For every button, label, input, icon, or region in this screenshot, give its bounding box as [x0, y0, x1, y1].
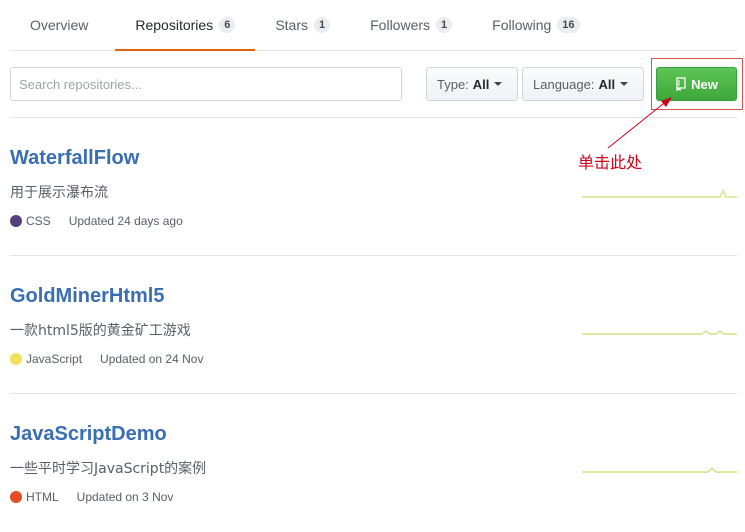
- repo-updated: Updated on 3 Nov: [76, 490, 174, 504]
- repo-item: WaterfallFlow 用于展示瀑布流 CSS Updated 24 day…: [10, 118, 737, 256]
- tab-followers[interactable]: Followers 1: [350, 0, 472, 50]
- language-color-dot: [10, 491, 22, 503]
- repositories-count: 6: [219, 17, 236, 33]
- language-color-dot: [10, 353, 22, 365]
- repo-name-link[interactable]: GoldMinerHtml5: [10, 285, 164, 308]
- tab-following[interactable]: Following 16: [472, 0, 599, 50]
- activity-sparkline: [582, 188, 737, 198]
- repo-description: 一些平时学习JavaScript的案例: [10, 461, 207, 477]
- repo-description: 一款html5版的黄金矿工游戏: [10, 323, 191, 339]
- repo-meta: HTML Updated on 3 Nov: [10, 490, 173, 504]
- tab-following-label: Following: [492, 17, 552, 33]
- repo-meta: JavaScript Updated on 24 Nov: [10, 352, 203, 366]
- language-filter-label: Language:: [533, 76, 595, 92]
- following-count: 16: [557, 17, 580, 33]
- repo-description: 用于展示瀑布流: [10, 185, 108, 201]
- profile-tabs: Overview Repositories 6 Stars 1 Follower…: [10, 0, 737, 51]
- repo-language: JavaScript: [26, 352, 83, 366]
- repo-language: CSS: [26, 214, 51, 228]
- type-filter-label: Type:: [437, 76, 469, 92]
- tab-stars-label: Stars: [275, 17, 308, 33]
- repo-updated: Updated 24 days ago: [68, 214, 183, 228]
- tab-followers-label: Followers: [370, 17, 431, 33]
- repo-language: HTML: [26, 490, 59, 504]
- type-filter-value: All: [472, 76, 490, 92]
- stars-count: 1: [314, 17, 331, 33]
- type-filter-button[interactable]: Type: All: [426, 67, 518, 101]
- language-filter-button[interactable]: Language: All: [522, 67, 644, 101]
- repo-name-link[interactable]: WaterfallFlow: [10, 147, 139, 170]
- repo-icon: [676, 77, 686, 91]
- tab-repositories-label: Repositories: [135, 17, 214, 33]
- repo-meta: CSS Updated 24 days ago: [10, 214, 183, 228]
- tab-repositories[interactable]: Repositories 6: [115, 0, 256, 51]
- tab-overview[interactable]: Overview: [10, 0, 108, 50]
- repo-name-link[interactable]: JavaScriptDemo: [10, 423, 167, 446]
- search-repositories-input[interactable]: [10, 67, 402, 101]
- repo-updated: Updated on 24 Nov: [100, 352, 204, 366]
- activity-sparkline: [582, 466, 737, 473]
- caret-down-icon: [620, 82, 629, 86]
- activity-sparkline: [582, 329, 737, 335]
- tab-stars[interactable]: Stars 1: [255, 0, 350, 50]
- followers-count: 1: [436, 17, 453, 33]
- repo-item: JavaScriptDemo 一些平时学习JavaScript的案例 HTML …: [10, 394, 737, 532]
- caret-down-icon: [494, 82, 503, 86]
- language-color-dot: [10, 215, 22, 227]
- repo-item: GoldMinerHtml5 一款html5版的黄金矿工游戏 JavaScrip…: [10, 256, 737, 394]
- new-button-label: New: [691, 76, 718, 92]
- new-repository-button[interactable]: New: [656, 67, 737, 101]
- language-filter-value: All: [598, 76, 616, 92]
- tab-overview-label: Overview: [30, 17, 89, 33]
